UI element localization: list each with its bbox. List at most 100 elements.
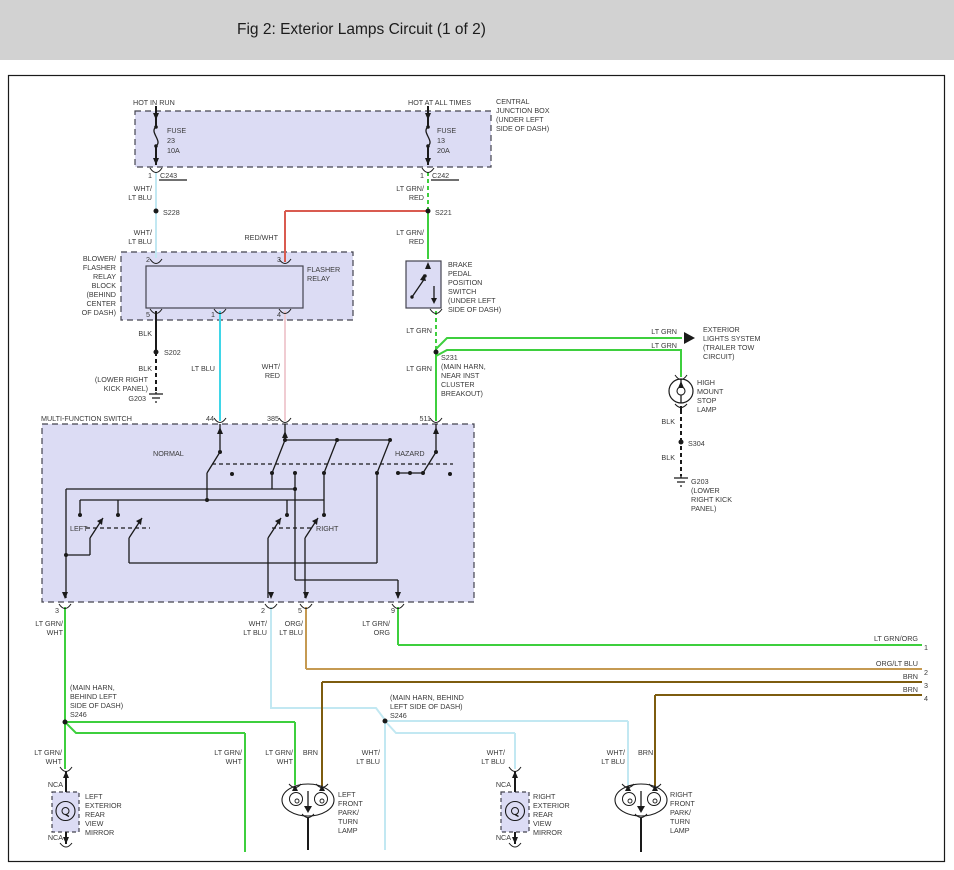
relay-block-label: BLOWER/ <box>83 254 116 263</box>
svg-text:NCA: NCA <box>496 833 511 842</box>
svg-text:TURN: TURN <box>670 817 690 826</box>
svg-text:EXTERIOR: EXTERIOR <box>533 801 570 810</box>
relay-pin-1: 1 <box>211 310 215 319</box>
svg-text:LT BLU: LT BLU <box>128 237 152 246</box>
exit-1-label: LT GRN/ORG <box>874 634 918 643</box>
svg-text:LT GRN/: LT GRN/ <box>34 748 62 757</box>
exit-1-num: 1 <box>924 643 928 652</box>
svg-text:RED: RED <box>409 237 424 246</box>
svg-text:BLK: BLK <box>661 453 675 462</box>
mfs-pin-385: 385 <box>267 414 279 423</box>
svg-text:CLUSTER: CLUSTER <box>441 380 475 389</box>
lt-blu-label: LT BLU <box>191 364 215 373</box>
svg-text:TURN: TURN <box>338 817 358 826</box>
svg-text:13: 13 <box>437 136 445 145</box>
exit-3-num: 3 <box>924 681 928 690</box>
connector-c242-link[interactable]: C242 <box>432 171 449 180</box>
svg-text:LT BLU: LT BLU <box>128 193 152 202</box>
svg-text:FRONT: FRONT <box>670 799 695 808</box>
lt-grn-wht-label: LT GRN/ <box>35 619 63 628</box>
svg-text:BLOCK: BLOCK <box>92 281 117 290</box>
fuse23-label: FUSE <box>167 126 186 135</box>
connector-c243-link[interactable]: C243 <box>160 171 177 180</box>
mfs-title: MULTI-FUNCTION SWITCH <box>41 414 132 423</box>
svg-text:FLASHER: FLASHER <box>83 263 116 272</box>
svg-text:(BEHIND: (BEHIND <box>86 290 116 299</box>
svg-text:WHT: WHT <box>226 757 243 766</box>
svg-text:WHT: WHT <box>46 757 63 766</box>
wht-red-label: WHT/ <box>262 362 280 371</box>
svg-text:LT GRN: LT GRN <box>651 341 677 350</box>
svg-text:NCA: NCA <box>496 780 511 789</box>
svg-text:LT BLU: LT BLU <box>243 628 267 637</box>
svg-text:WHT/: WHT/ <box>487 748 505 757</box>
svg-text:STOP: STOP <box>697 396 717 405</box>
right-lamp-label: RIGHT <box>670 790 693 799</box>
cjb-label: CENTRAL <box>496 97 530 106</box>
exit-4-label: BRN <box>903 685 918 694</box>
svg-text:PARK/: PARK/ <box>338 808 359 817</box>
lt-grn-label: LT GRN <box>406 326 432 335</box>
fuse13-label: FUSE <box>437 126 456 135</box>
wht-lt-blu-label: WHT/ <box>134 184 152 193</box>
splice-s246-left: S246 <box>70 710 87 719</box>
org-lt-blu-label: ORG/ <box>285 619 303 628</box>
left-mirror-label: LEFT <box>85 792 103 801</box>
splice-s228: S228 <box>163 208 180 217</box>
s231-note: (MAIN HARN, <box>441 362 486 371</box>
svg-text:23: 23 <box>167 136 175 145</box>
svg-text:WHT/: WHT/ <box>607 748 625 757</box>
flasher-relay-label: FLASHER <box>307 265 340 274</box>
svg-text:PANEL): PANEL) <box>691 504 716 513</box>
svg-text:RELAY: RELAY <box>93 272 116 281</box>
svg-text:SIDE OF DASH): SIDE OF DASH) <box>496 124 549 133</box>
svg-text:CENTER: CENTER <box>86 299 116 308</box>
svg-text:REAR: REAR <box>533 810 553 819</box>
svg-text:LT GRN/: LT GRN/ <box>396 228 424 237</box>
svg-text:SWITCH: SWITCH <box>448 287 476 296</box>
pin-1-left: 1 <box>148 171 152 180</box>
mfs-pin-44: 44 <box>206 414 214 423</box>
brn-label-left: BRN <box>303 748 318 757</box>
svg-text:REAR: REAR <box>85 810 105 819</box>
g203-right-note: (LOWER <box>691 486 720 495</box>
feed-right-label: HOT AT ALL TIMES <box>408 98 471 107</box>
svg-text:MIRROR: MIRROR <box>85 828 114 837</box>
exit-2-num: 2 <box>924 668 928 677</box>
svg-text:10A: 10A <box>167 146 180 155</box>
svg-text:LAMP: LAMP <box>670 826 690 835</box>
svg-text:LAMP: LAMP <box>338 826 358 835</box>
svg-text:LT BLU: LT BLU <box>481 757 505 766</box>
relay-pin-5: 5 <box>146 310 150 319</box>
mfs-pin-3: 3 <box>55 606 59 615</box>
mfs-right-label: RIGHT <box>316 524 339 533</box>
exterior-lights-label: EXTERIOR <box>703 325 740 334</box>
mfs-pin-9: 9 <box>391 606 395 615</box>
svg-text:LT GRN: LT GRN <box>651 327 677 336</box>
brake-pedal-position-switch <box>406 261 441 308</box>
brake-switch-label: BRAKE <box>448 260 473 269</box>
mfs-pin-2: 2 <box>261 606 265 615</box>
svg-text:LT BLU: LT BLU <box>279 628 303 637</box>
svg-text:POSITION: POSITION <box>448 278 482 287</box>
svg-text:(UNDER LEFT: (UNDER LEFT <box>496 115 544 124</box>
red-wht-label: RED/WHT <box>244 233 278 242</box>
svg-text:WHT/: WHT/ <box>134 228 152 237</box>
svg-text:VIEW: VIEW <box>85 819 104 828</box>
s246-right-note: (MAIN HARN, BEHIND <box>390 693 464 702</box>
svg-text:LEFT SIDE OF DASH): LEFT SIDE OF DASH) <box>390 702 463 711</box>
splice-s304: S304 <box>688 439 705 448</box>
svg-text:SIDE OF DASH): SIDE OF DASH) <box>70 701 123 710</box>
svg-text:LT GRN: LT GRN <box>406 364 432 373</box>
svg-text:PEDAL: PEDAL <box>448 269 472 278</box>
right-mirror-label: RIGHT <box>533 792 556 801</box>
wiring-diagram-page: Fig 2: Exterior Lamps Circuit (1 of 2) <box>0 0 954 870</box>
svg-text:LAMP: LAMP <box>697 405 717 414</box>
flasher-relay-block <box>121 252 353 320</box>
svg-text:JUNCTION BOX: JUNCTION BOX <box>496 106 550 115</box>
relay-pin-4: 4 <box>277 310 281 319</box>
svg-text:RELAY: RELAY <box>307 274 330 283</box>
g203-left-note: (LOWER RIGHT <box>95 375 149 384</box>
svg-text:LT GRN/: LT GRN/ <box>214 748 242 757</box>
svg-text:BLK: BLK <box>661 417 675 426</box>
